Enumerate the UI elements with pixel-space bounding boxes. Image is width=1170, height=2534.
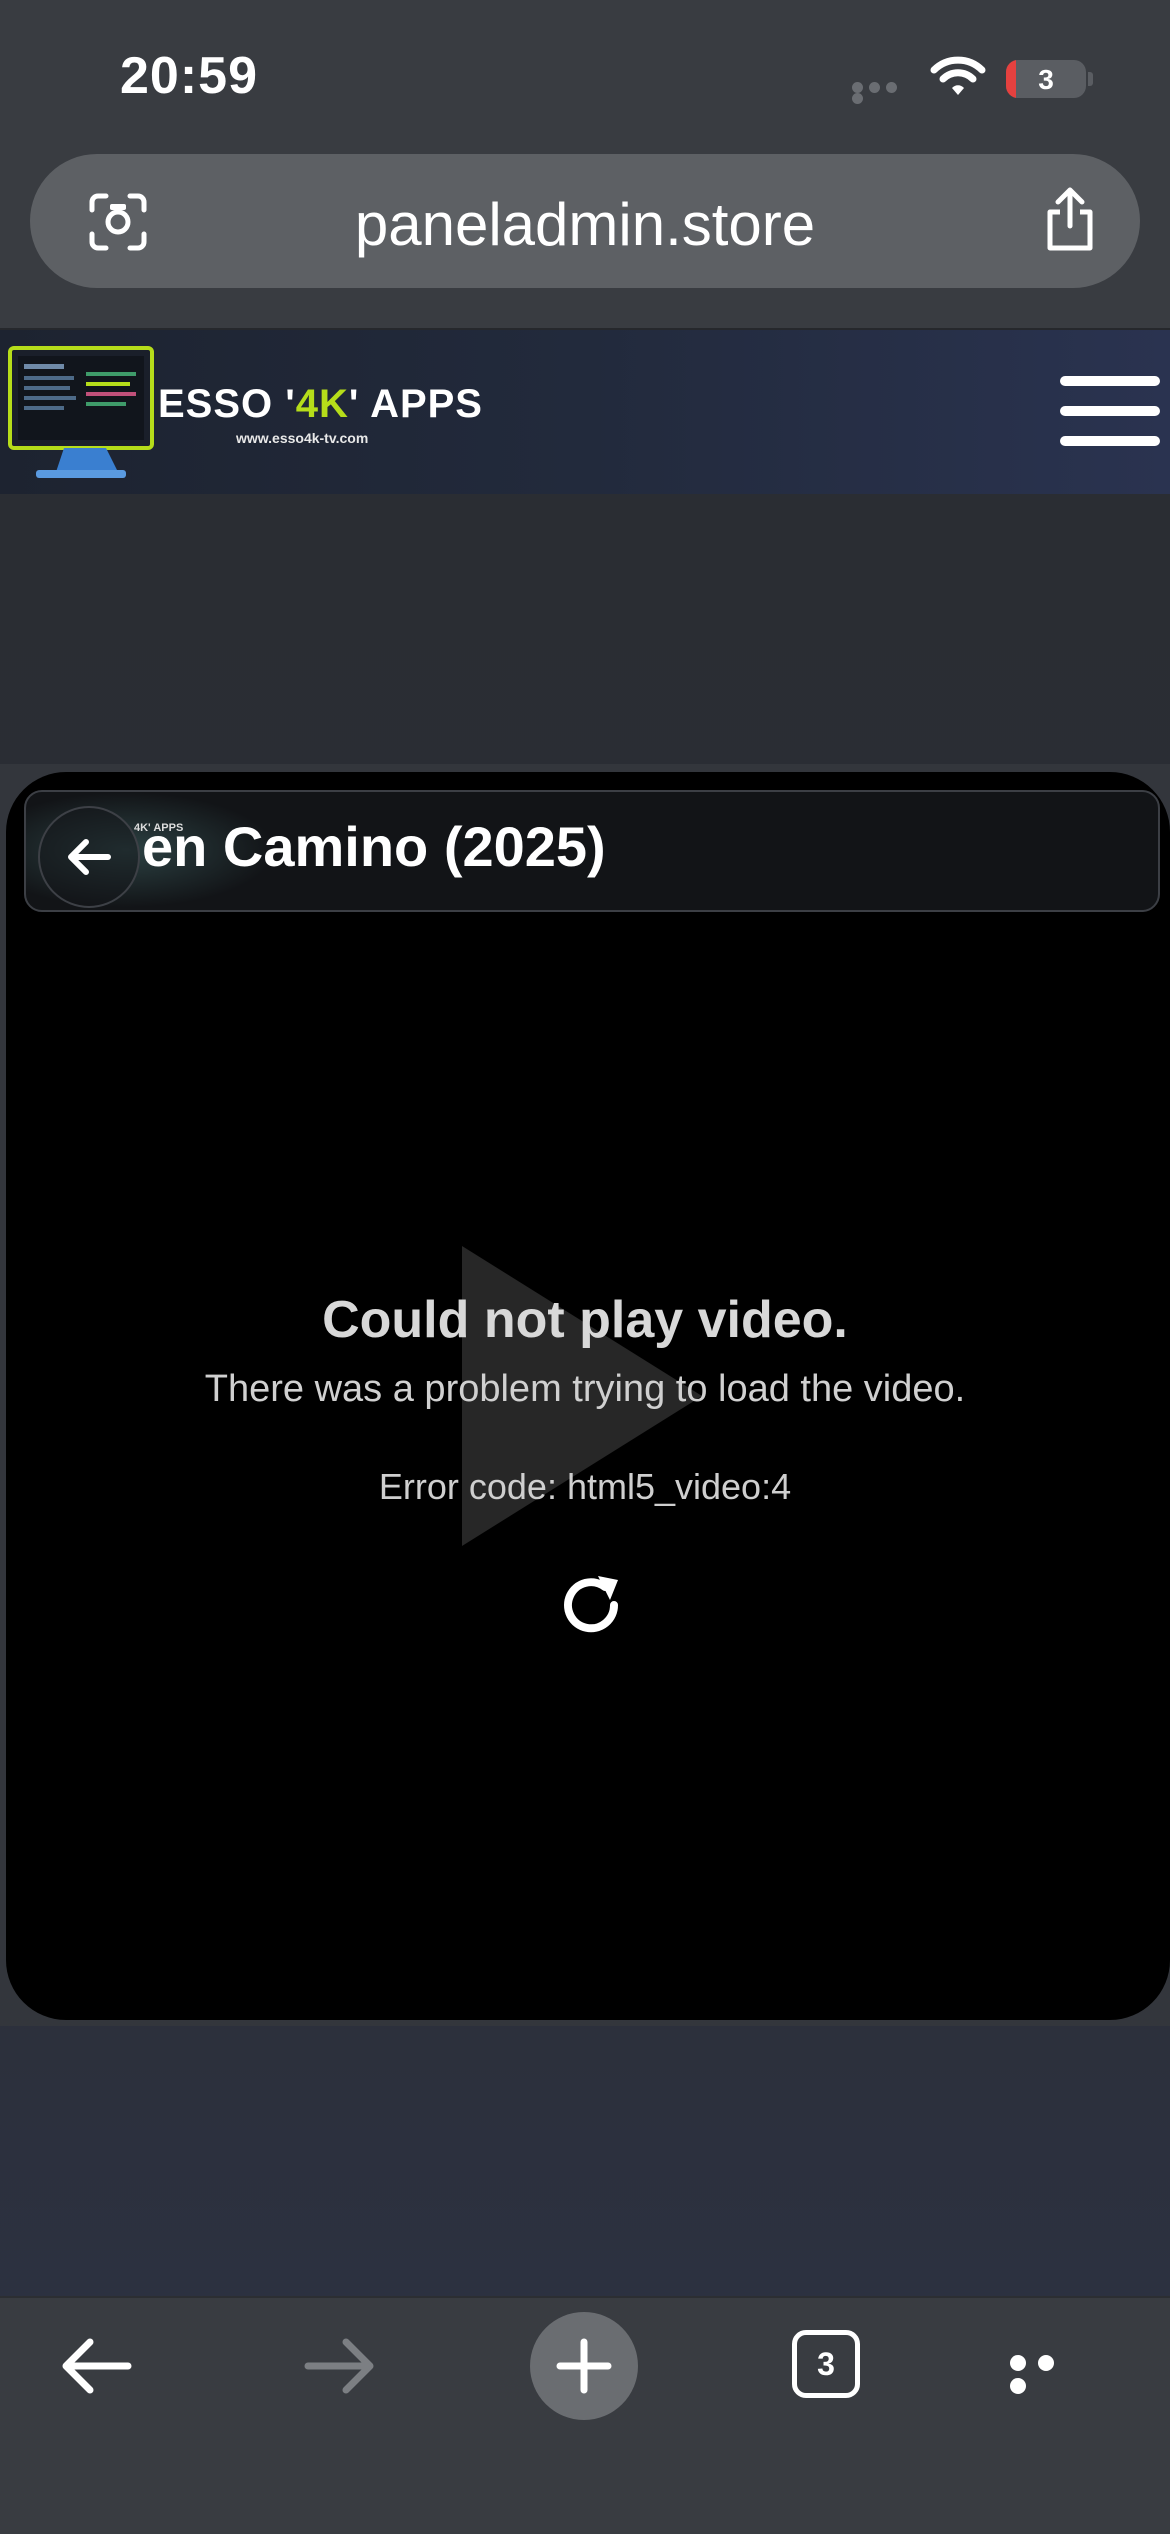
tabs-icon[interactable]: 3	[792, 2330, 860, 2398]
logo-monitor-icon[interactable]	[6, 342, 156, 490]
tab-count: 3	[817, 2346, 835, 2382]
battery-icon: 3	[1006, 60, 1086, 98]
share-icon[interactable]	[1040, 184, 1100, 254]
error-message: There was a problem trying to load the v…	[204, 1368, 966, 1410]
error-title: Could not play video.	[322, 1291, 848, 1349]
new-tab-button[interactable]	[530, 2312, 638, 2420]
forward-arrow-icon[interactable]	[302, 2330, 378, 2402]
battery-tip	[1088, 72, 1093, 86]
browser-address-area: paneladmin.store	[0, 150, 1170, 330]
status-time: 20:59	[120, 47, 258, 105]
hamburger-menu-icon[interactable]	[1060, 376, 1160, 448]
plus-icon	[556, 2338, 612, 2394]
signal-dots-icon	[852, 82, 918, 104]
url-text[interactable]: paneladmin.store	[30, 190, 1140, 259]
address-bar[interactable]: paneladmin.store	[30, 154, 1140, 288]
back-arrow-icon[interactable]	[58, 2330, 134, 2402]
error-code: Error code: html5_video:4	[378, 1466, 792, 1507]
video-title: en Camino (2025)	[142, 815, 606, 878]
browser-toolbar: 3	[0, 2296, 1170, 2534]
retry-icon[interactable]	[556, 1570, 626, 1640]
back-arrow-icon	[68, 839, 111, 875]
logo-title-prefix: ESSO '	[158, 382, 296, 426]
logo-title-accent: 4K	[295, 382, 349, 426]
logo-title-suffix: ' APPS	[348, 382, 483, 426]
site-header: ESSO '4K' APPS www.esso4k-tv.com	[0, 330, 1170, 494]
back-button[interactable]	[38, 806, 140, 908]
logo-title[interactable]: ESSO '4K' APPS	[158, 382, 483, 427]
more-icon[interactable]	[1010, 2348, 1090, 2394]
battery-level: 3	[1038, 64, 1054, 95]
status-bar: 20:59 3	[0, 0, 1170, 150]
wifi-icon	[930, 56, 986, 95]
logo-url: www.esso4k-tv.com	[236, 430, 369, 446]
